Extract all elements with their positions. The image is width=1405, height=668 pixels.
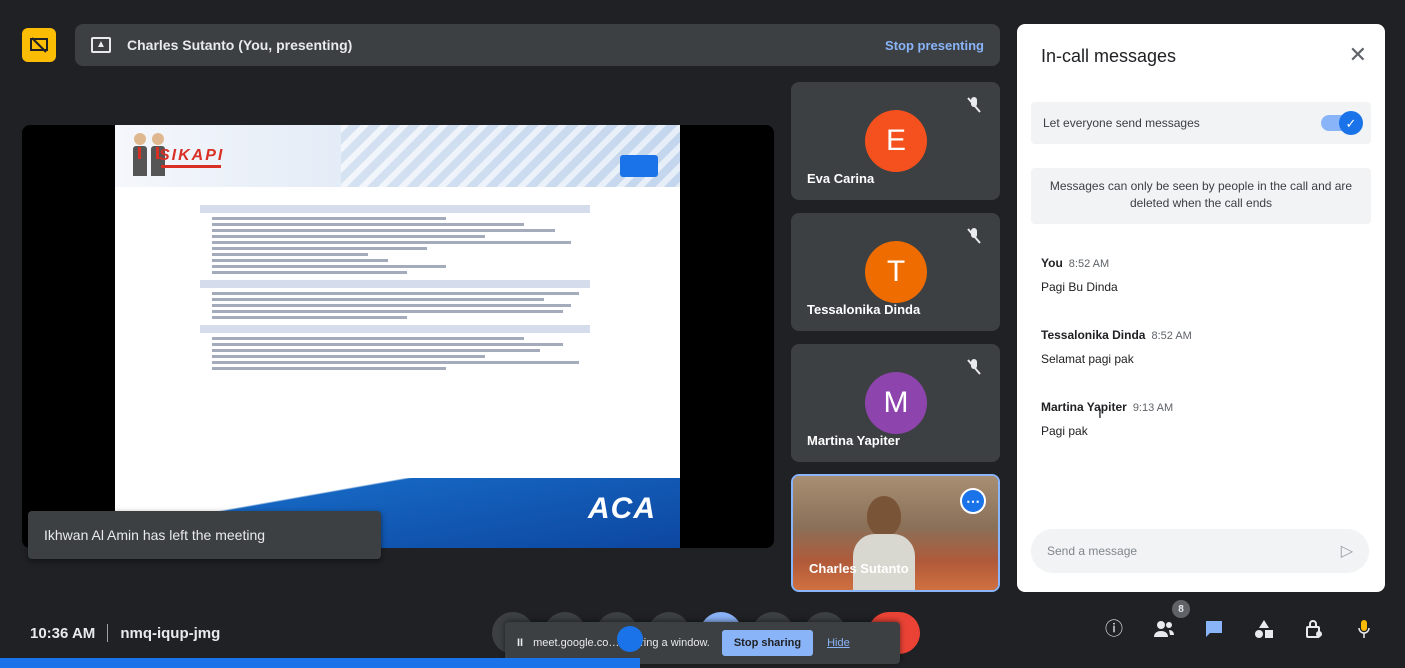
participant-name: Martina Yapiter — [807, 433, 900, 448]
message-sender: You — [1041, 256, 1063, 270]
pause-icon[interactable]: II — [517, 637, 523, 649]
message-text: Selamat pagi pak — [1041, 352, 1134, 366]
participant-name: Eva Carina — [807, 171, 875, 186]
participant-tile[interactable]: T Tessalonika Dinda — [791, 213, 1000, 331]
send-icon[interactable]: ▷ — [1341, 541, 1353, 561]
avatar: T — [865, 241, 927, 303]
self-video-person — [853, 496, 915, 590]
present-screen-icon: ▲ — [91, 37, 111, 53]
stop-sharing-button[interactable]: Stop sharing — [721, 630, 814, 656]
cursor-highlight-icon — [617, 626, 643, 652]
slide-document-text — [200, 199, 590, 373]
presenting-title: Charles Sutanto (You, presenting) — [127, 37, 353, 53]
avatar: E — [865, 110, 927, 172]
participant-tile[interactable]: E Eva Carina — [791, 82, 1000, 200]
message-text: Pagi Bu Dinda — [1041, 280, 1118, 294]
slide-brand-badge — [620, 155, 658, 177]
chat-message: You 8:52 AM Pagi Bu Dinda — [1041, 254, 1361, 294]
stop-presenting-button[interactable]: Stop presenting — [885, 38, 984, 53]
host-controls-icon[interactable] — [1303, 618, 1325, 640]
screen-share-off-icon — [30, 37, 48, 53]
participant-name: Tessalonika Dinda — [807, 302, 921, 317]
message-time: 9:13 AM — [1132, 402, 1174, 414]
participant-name: Charles Sutanto — [809, 561, 909, 576]
chat-message: Martina Yapiter 9:13 AM Pagi pak — [1041, 398, 1361, 438]
shared-screen: SIKAPI ACA — [22, 125, 774, 548]
mic-off-icon — [967, 359, 981, 375]
panel-title: In-call messages — [1041, 46, 1177, 66]
message-sender: Martina Yapiter — [1041, 400, 1127, 414]
hide-link[interactable]: Hide — [827, 637, 850, 649]
people-icon[interactable] — [1153, 618, 1175, 640]
more-options-icon[interactable]: ⋯ — [960, 488, 986, 514]
chat-message: Tessalonika Dinda 8:52 AM Selamat pagi pa… — [1041, 326, 1361, 366]
participant-count-badge: 8 — [1172, 600, 1190, 618]
presentation-slide: SIKAPI ACA — [115, 125, 680, 548]
self-video-tile[interactable]: ⋯ Charles Sutanto — [791, 474, 1000, 592]
in-call-messages-panel: In-call messages ✕ Let everyone send mes… — [1017, 24, 1385, 592]
mic-off-icon — [967, 228, 981, 244]
taskbar-highlight — [0, 658, 640, 668]
slide-footer-logo: ACA — [588, 492, 656, 525]
message-time: 8:52 AM — [1068, 258, 1110, 270]
activities-icon[interactable] — [1253, 618, 1275, 640]
message-sender: Tessalonika Dinda — [1041, 328, 1146, 342]
mic-icon[interactable] — [1353, 618, 1375, 640]
right-controls: ⓘ — [1103, 618, 1375, 640]
text-cursor-icon: I — [1098, 405, 1102, 421]
slide-logo: SIKAPI — [159, 147, 225, 164]
toggle-label: Let everyone send messages — [1043, 116, 1200, 130]
messages-notice: Messages can only be seen by people in t… — [1031, 168, 1371, 224]
mic-off-icon — [967, 97, 981, 113]
meeting-details: 10:36 AM nmq-iqup-jmg — [30, 624, 220, 642]
message-text: Pagi pak — [1041, 424, 1088, 438]
message-time: 8:52 AM — [1151, 330, 1192, 342]
chat-icon[interactable] — [1203, 618, 1225, 640]
message-input[interactable] — [1047, 544, 1341, 558]
presenting-bar: ▲ Charles Sutanto (You, presenting) Stop… — [75, 24, 1000, 66]
avatar: M — [865, 372, 927, 434]
left-meeting-notification: Ikhwan Al Amin has left the meeting — [28, 511, 381, 559]
send-messages-setting: Let everyone send messages ✓ — [1031, 102, 1371, 144]
current-time: 10:36 AM — [30, 624, 96, 642]
message-compose: ▷ — [1031, 529, 1369, 573]
participant-tile[interactable]: M Martina Yapiter — [791, 344, 1000, 462]
presentation-status-icon — [22, 28, 56, 62]
checkmark-icon: ✓ — [1339, 111, 1363, 135]
close-icon[interactable]: ✕ — [1349, 44, 1367, 66]
slide-header: SIKAPI — [115, 125, 680, 187]
send-messages-toggle[interactable]: ✓ — [1321, 111, 1363, 135]
info-icon[interactable]: ⓘ — [1103, 618, 1125, 640]
meeting-code[interactable]: nmq-iqup-jmg — [120, 625, 220, 642]
